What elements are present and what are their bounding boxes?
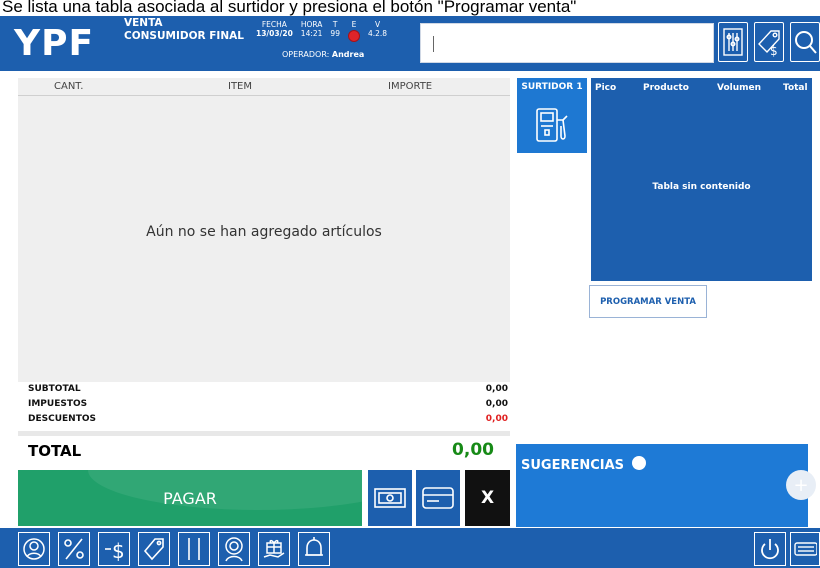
time-value: 14:21 [300, 29, 323, 38]
subtotal-label: SUBTOTAL [28, 384, 81, 394]
pump-transactions-table: Pico Producto Volumen Total Tabla sin co… [591, 78, 812, 281]
product-search-input[interactable] [420, 23, 714, 63]
percent-discount-icon[interactable] [58, 532, 90, 566]
subtotal-row: SUBTOTAL 0,00 [28, 384, 508, 396]
totals-summary: SUBTOTAL 0,00 IMPUESTOS 0,00 DESCUENTOS … [18, 382, 510, 430]
taxes-row: IMPUESTOS 0,00 [28, 399, 508, 411]
terminal-label: T [332, 20, 338, 29]
date-field: FECHA 13/03/20 [256, 20, 293, 42]
date-label: FECHA [261, 20, 287, 29]
cart-panel: CANT. ITEM IMPORTE Aún no se han agregad… [18, 78, 510, 382]
total-label: TOTAL [28, 442, 82, 460]
pay-button-label: PAGAR [163, 488, 217, 508]
instruction-caption: Se lista una tabla asociada al surtidor … [0, 0, 820, 16]
subtotal-value: 0,00 [485, 384, 508, 394]
status-field: E [347, 20, 360, 42]
customer-icon[interactable] [18, 532, 50, 566]
discounts-value: 0,00 [485, 414, 508, 424]
ypf-logo: YPF [14, 22, 116, 64]
empty-cart-message: Aún no se han agregado artículos [146, 224, 382, 240]
pos-screen: Se lista una tabla asociada al surtidor … [0, 0, 820, 568]
chat-bubble-icon [631, 456, 646, 470]
operator-label: OPERADOR: [282, 50, 330, 59]
operator-info: OPERADOR: Andrea [282, 50, 364, 59]
credit-card-icon [422, 487, 454, 509]
th-pico: Pico [595, 83, 617, 93]
search-icon[interactable] [790, 22, 820, 62]
th-volumen: Volumen [717, 83, 762, 93]
pay-button-decoration [88, 470, 362, 510]
time-label: HORA [300, 20, 323, 29]
suggestions-panel: SUGERENCIAS [516, 444, 808, 527]
time-field: HORA 14:21 [301, 20, 323, 42]
keyboard-icon[interactable] [790, 532, 820, 566]
pump-label: SURTIDOR 1 [521, 82, 583, 92]
discounts-row: DESCUENTOS 0,00 [28, 414, 508, 426]
price-tag-icon[interactable]: $ [754, 22, 784, 62]
col-item: ITEM [228, 81, 253, 92]
status-label: E [351, 20, 357, 29]
fuel-pump-icon [536, 108, 568, 142]
cash-icon [374, 488, 406, 508]
discounts-label: DESCUENTOS [28, 414, 96, 424]
add-suggestion-button[interactable]: + [786, 470, 816, 500]
version-value: 4.2.8 [367, 29, 388, 38]
tag-icon[interactable] [138, 532, 170, 566]
col-quantity: CANT. [54, 81, 84, 92]
grand-total-row: TOTAL 0,00 [18, 438, 510, 464]
th-total: Total [783, 83, 808, 93]
date-value: 13/03/20 [256, 29, 293, 38]
taxes-label: IMPUESTOS [28, 399, 88, 409]
taxes-value: 0,00 [485, 399, 508, 409]
pay-button[interactable]: PAGAR [18, 470, 362, 526]
barcode-icon[interactable] [178, 532, 210, 566]
svg-text:$: $ [112, 539, 125, 563]
suggestions-title: SUGERENCIAS [521, 456, 646, 473]
text-cursor [433, 36, 434, 52]
mode-subtitle: CONSUMIDOR FINAL [124, 30, 244, 42]
version-field: V 4.2.8 [368, 20, 387, 42]
mode-title: VENTA [124, 17, 163, 29]
totals-divider [18, 431, 510, 436]
bell-icon[interactable] [298, 532, 330, 566]
logo-text: YPF [14, 22, 95, 64]
operator-name: Andrea [331, 50, 365, 59]
pump-1-button[interactable]: SURTIDOR 1 [517, 78, 587, 153]
calculator-icon[interactable] [718, 22, 748, 62]
attendant-icon[interactable] [218, 532, 250, 566]
bottom-toolbar: $ [0, 528, 820, 568]
schedule-sale-button[interactable]: PROGRAMAR VENTA [589, 285, 707, 318]
terminal-field: T 99 [330, 20, 340, 42]
status-indicator-icon [347, 30, 360, 42]
gift-icon[interactable] [258, 532, 290, 566]
top-bar: YPF VENTA CONSUMIDOR FINAL FECHA 13/03/2… [0, 16, 820, 71]
col-amount: IMPORTE [388, 81, 433, 92]
terminal-value: 99 [330, 29, 340, 38]
cancel-sale-button[interactable]: X [465, 470, 510, 526]
session-meta: FECHA 13/03/20 HORA 14:21 T 99 E V 4.2.8 [256, 20, 387, 42]
cash-payment-button[interactable] [368, 470, 412, 526]
total-value: 0,00 [452, 440, 494, 460]
version-label: V [374, 20, 381, 29]
cart-header: CANT. ITEM IMPORTE [18, 78, 510, 96]
price-change-icon[interactable]: $ [98, 532, 130, 566]
empty-table-message: Tabla sin contenido [652, 182, 751, 192]
power-icon[interactable] [754, 532, 786, 566]
svg-text:$: $ [770, 44, 778, 57]
sale-mode: VENTA CONSUMIDOR FINAL [124, 17, 244, 43]
suggestions-label: SUGERENCIAS [521, 458, 625, 473]
card-payment-button[interactable] [416, 470, 460, 526]
th-producto: Producto [643, 83, 689, 93]
